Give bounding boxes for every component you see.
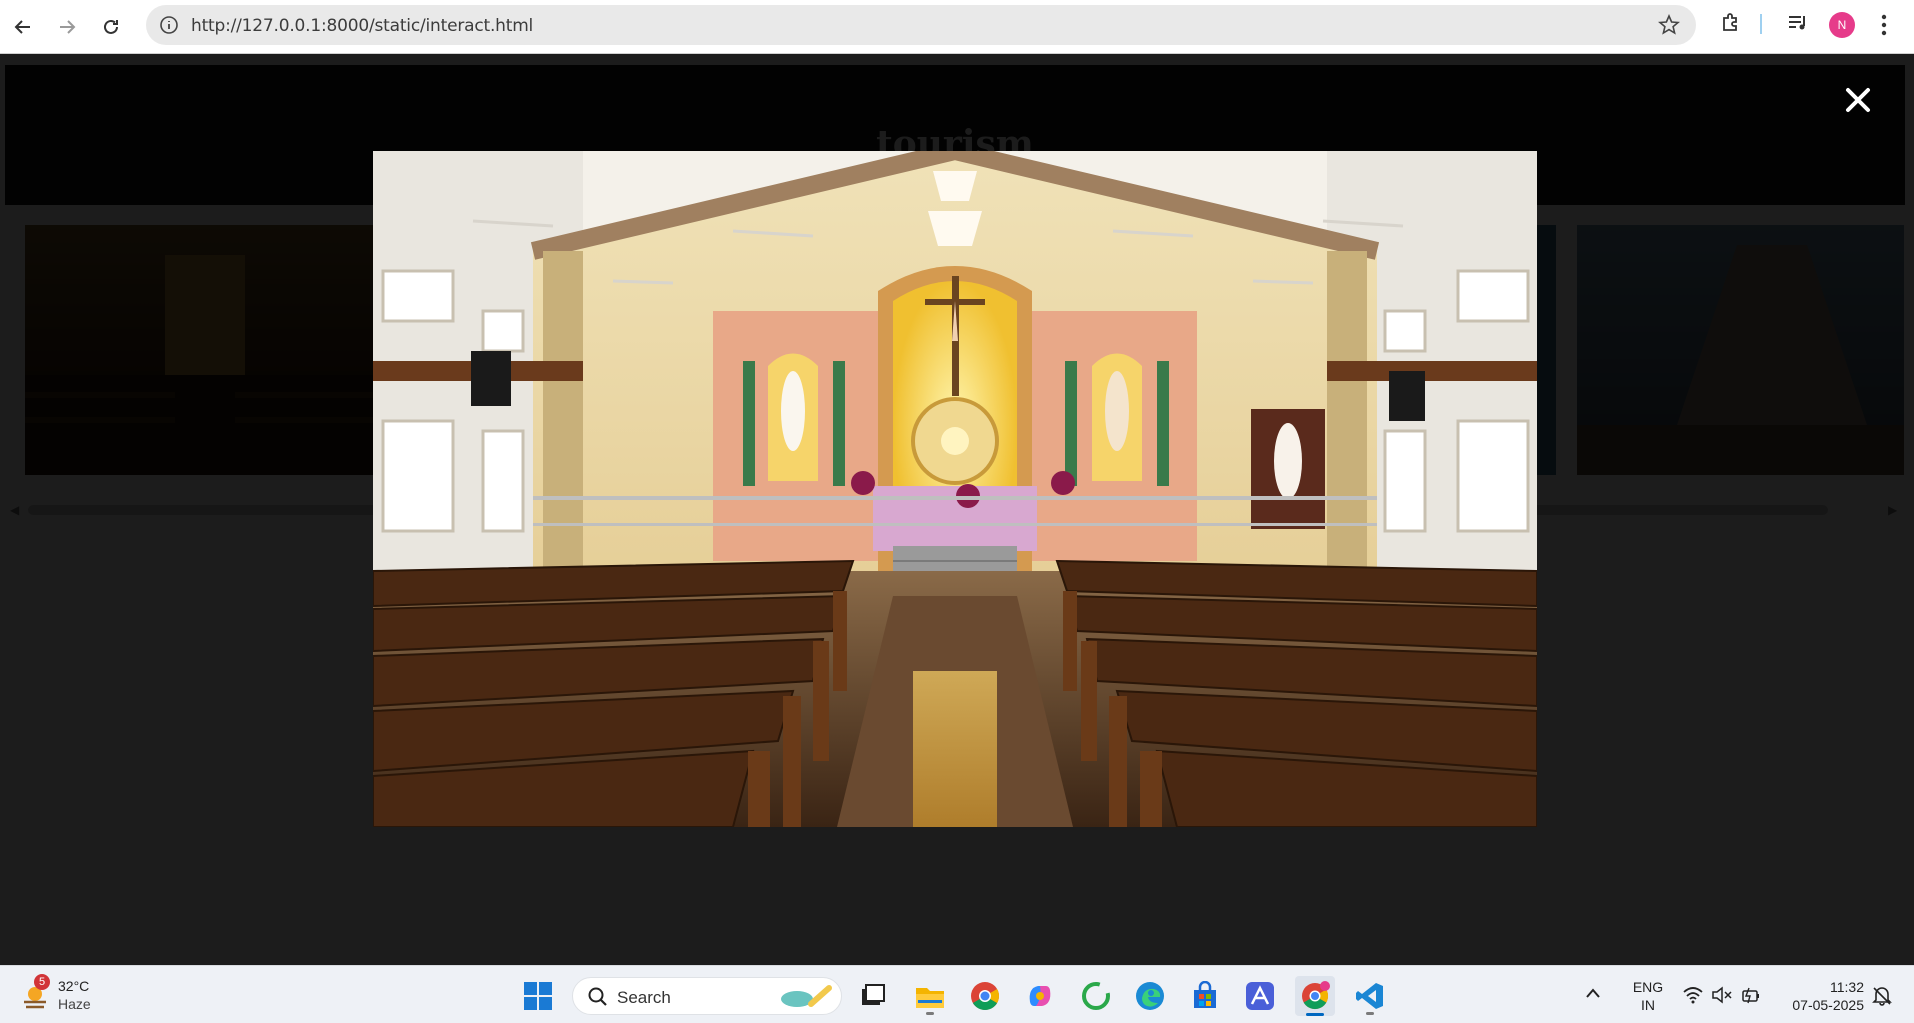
search-label: Search xyxy=(617,988,671,1007)
weather-badge: 5 xyxy=(34,974,50,990)
weather-widget[interactable]: 5 32°C Haze xyxy=(18,974,138,1016)
weather-temperature: 32°C xyxy=(58,978,90,994)
reload-icon[interactable] xyxy=(96,12,126,42)
search-icon xyxy=(588,987,607,1006)
notifications-bell-icon[interactable] xyxy=(1871,984,1893,1011)
active-indicator xyxy=(1306,1013,1324,1016)
extensions-icon[interactable] xyxy=(1719,11,1743,40)
file-explorer-button[interactable] xyxy=(910,976,950,1016)
profile-avatar[interactable]: N xyxy=(1829,12,1855,38)
close-modal-button[interactable] xyxy=(1842,84,1874,116)
copilot-button[interactable] xyxy=(1020,976,1060,1016)
language-region: IN xyxy=(1641,997,1655,1013)
task-view-button[interactable] xyxy=(852,976,892,1016)
forward-icon[interactable] xyxy=(52,12,82,42)
address-bar[interactable]: http://127.0.0.1:8000/static/interact.ht… xyxy=(146,5,1696,45)
taskbar-search-box[interactable]: Search xyxy=(572,977,842,1015)
wifi-icon[interactable] xyxy=(1682,986,1704,1009)
back-icon[interactable] xyxy=(8,12,38,42)
search-highlight-icon xyxy=(781,985,832,1007)
site-info-icon[interactable] xyxy=(158,14,180,41)
app-a-icon xyxy=(1246,982,1274,1010)
browser-toolbar: http://127.0.0.1:8000/static/interact.ht… xyxy=(0,0,1914,54)
close-icon xyxy=(1846,88,1870,112)
running-indicator xyxy=(1366,1012,1374,1015)
vscode-button[interactable] xyxy=(1350,976,1390,1016)
clock-time: 11:32 xyxy=(1830,979,1864,995)
greenshot-button[interactable] xyxy=(1076,976,1116,1016)
show-hidden-icons-icon[interactable] xyxy=(1585,986,1601,1004)
taskbar: 5 32°C Haze Search ENG IN 11:32 07-05-20… xyxy=(0,965,1914,1023)
store-icon xyxy=(1194,981,1216,1008)
language-code: ENG xyxy=(1632,979,1664,995)
clock-date: 07-05-2025 xyxy=(1792,997,1864,1013)
running-indicator xyxy=(926,1012,934,1015)
volume-muted-icon[interactable] xyxy=(1711,986,1733,1009)
bookmark-star-icon[interactable] xyxy=(1658,13,1680,41)
edge-icon xyxy=(1136,982,1164,1010)
chrome-profile-icon xyxy=(1302,981,1330,1010)
modal-image xyxy=(373,151,1537,827)
microsoft-store-button[interactable] xyxy=(1185,976,1225,1016)
windows-logo-icon xyxy=(524,982,552,1010)
browser-menu-icon[interactable] xyxy=(1880,13,1888,42)
input-language-indicator[interactable]: ENG IN xyxy=(1630,978,1666,1014)
greenshot-icon xyxy=(1082,982,1110,1010)
edge-button[interactable] xyxy=(1130,976,1170,1016)
toolbar-divider xyxy=(1760,14,1762,34)
vscode-icon xyxy=(1356,983,1383,1009)
system-clock[interactable]: 11:32 07-05-2025 xyxy=(1774,978,1864,1014)
url-text[interactable]: http://127.0.0.1:8000/static/interact.ht… xyxy=(191,16,533,36)
chrome-icon xyxy=(971,982,999,1010)
windows-start-button[interactable] xyxy=(518,976,558,1016)
chrome-profile-button[interactable] xyxy=(1295,976,1335,1016)
chrome-button[interactable] xyxy=(965,976,1005,1016)
folder-icon xyxy=(916,988,944,1008)
copilot-icon xyxy=(1029,986,1051,1006)
media-controls-icon[interactable] xyxy=(1786,11,1810,40)
task-view-icon xyxy=(862,984,885,1005)
app-a-button[interactable] xyxy=(1240,976,1280,1016)
battery-icon[interactable] xyxy=(1740,986,1762,1009)
weather-condition: Haze xyxy=(58,996,91,1012)
church-interior-image xyxy=(373,151,1537,827)
